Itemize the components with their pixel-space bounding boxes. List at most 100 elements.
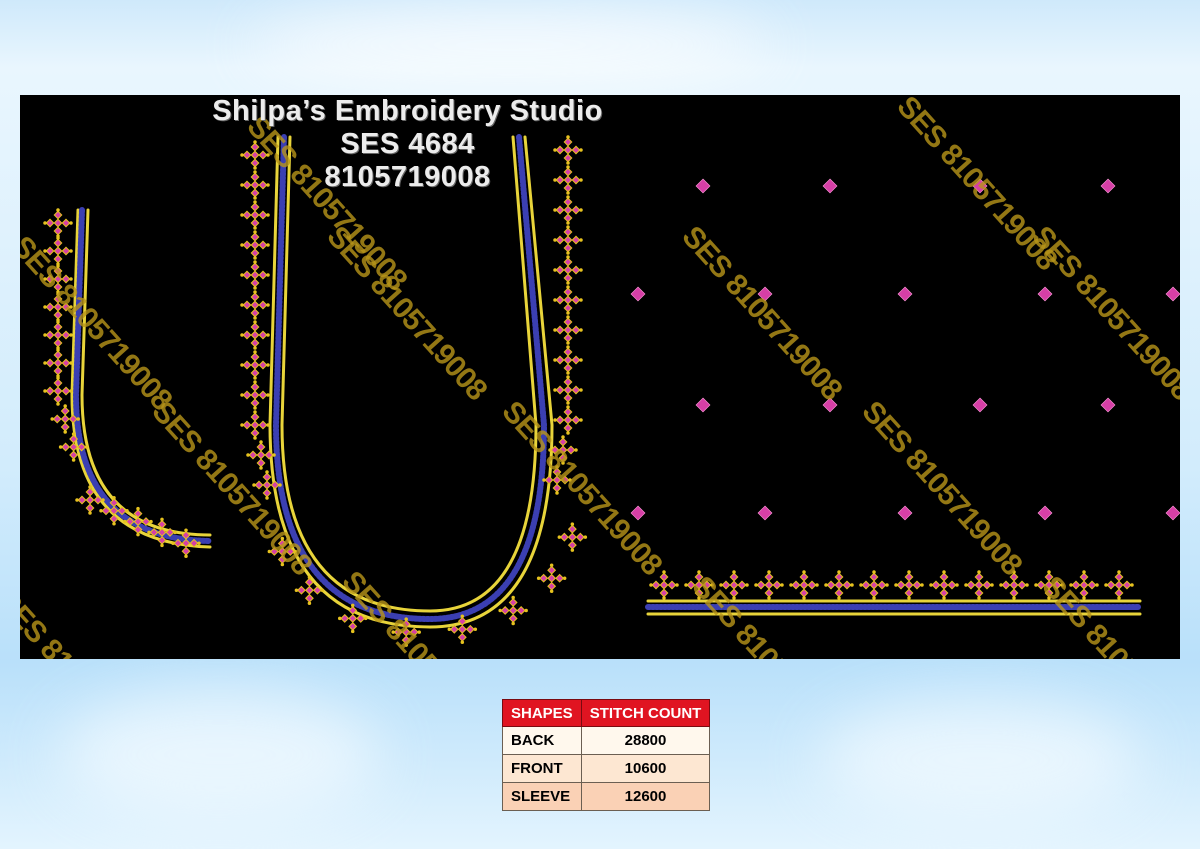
yellow-bead [88,485,92,489]
pink-diamond-motif [842,580,852,590]
table-header-row: SHAPES STITCH COUNT [502,699,711,727]
yellow-bead [1104,583,1108,587]
pink-diamond-motif [1009,572,1019,582]
pink-diamond-motif [457,632,467,642]
pink-diamond-motif [277,547,287,556]
pink-diamond-motif [721,580,731,590]
yellow-bead [280,562,285,567]
pink-diamond-motif [250,412,260,422]
yellow-bead [1012,570,1016,574]
pink-diamond-motif [53,310,63,320]
yellow-bead [173,530,177,535]
yellow-bead [266,273,270,277]
pink-diamond-motif [1087,580,1097,590]
pink-diamond-motif [53,246,63,256]
pink-diamond-motif [571,205,581,215]
pink-diamond-motif [694,580,704,590]
pink-diamond-motif [60,422,70,432]
yellow-bead [56,236,60,240]
pink-butti-motif [972,397,988,413]
pink-diamond-motif [563,407,573,417]
yellow-bead [56,376,60,380]
pink-diamond-motif [250,322,260,332]
pink-diamond-motif [563,197,573,207]
yellow-bead [240,273,244,277]
yellow-bead [802,596,806,600]
neckline-thread-line [272,134,548,623]
pink-diamond-motif [258,360,268,370]
pink-diamond-motif [516,606,526,615]
stitch-count-cell: 12600 [580,782,711,811]
pink-diamond-motif [1079,572,1089,582]
pink-diamond-motif [465,624,475,634]
diamond-cluster-motif [240,350,270,380]
background-glow [60,690,380,820]
yellow-bead [697,596,701,600]
pink-butti-motif [1100,397,1116,413]
pink-diamond-motif [544,475,554,485]
yellow-bead [1012,596,1016,600]
pink-diamond-motif [1079,588,1089,598]
pink-diamond-motif [45,302,55,312]
yellow-bead [266,363,270,367]
pink-diamond-motif [563,227,573,237]
pink-diamond-motif [772,580,782,590]
pink-diamond-motif [85,495,95,505]
pink-diamond-motif [729,580,739,590]
pink-diamond-motif [69,450,79,460]
pink-diamond-motif [1036,580,1046,590]
yellow-bead [566,315,570,319]
pink-diamond-motif [53,338,63,348]
pink-diamond-motif [409,627,419,637]
yellow-bead [69,305,73,309]
yellow-bead [511,621,515,626]
pink-diamond-motif [304,593,314,603]
diamond-cluster-motif [240,410,270,440]
yellow-bead [767,570,771,574]
pink-diamond-motif [1079,580,1089,590]
yellow-bead [391,630,395,634]
yellow-bead [710,583,714,587]
diamond-cluster-motif [553,405,583,435]
yellow-bead [837,596,841,600]
yellow-bead [553,238,557,242]
yellow-bead [1025,583,1029,587]
pink-diamond-motif [61,330,71,340]
yellow-bead [293,549,298,554]
pink-butti-motif [822,397,838,413]
pink-diamond-motif [269,547,279,556]
yellow-bead [147,530,151,535]
pink-diamond-motif [401,627,411,637]
yellow-bead [56,348,60,352]
pink-diamond-motif [861,580,871,590]
yellow-bead [1095,583,1099,587]
pink-diamond-motif [563,325,573,335]
yellow-bead [553,298,557,302]
yellow-bead [566,345,570,349]
pink-butti-motif [695,178,711,194]
diamond-cluster-motif [267,536,298,567]
pink-butti-motif [897,505,913,521]
yellow-bead [307,575,312,579]
pink-diamond-motif [53,254,63,264]
pink-diamond-motif [974,580,984,590]
yellow-bead [56,402,60,406]
pink-diamond-motif [563,333,573,343]
pink-diamond-motif [563,415,573,425]
yellow-bead [43,221,47,225]
pink-diamond-motif [45,274,55,284]
yellow-bead [1047,596,1051,600]
yellow-bead [184,528,188,532]
yellow-bead [553,418,557,422]
pink-diamond-motif [457,624,467,634]
yellow-bead [43,389,47,393]
pink-butti-motif [1100,178,1116,194]
yellow-bead [894,583,898,587]
pink-diamond-motif [258,300,268,310]
pink-diamond-motif [555,295,565,305]
pink-diamond-motif [539,573,549,583]
pink-diamond-motif [250,232,260,242]
pink-diamond-motif [563,295,573,305]
pink-diamond-motif [250,308,260,318]
yellow-bead [662,596,666,600]
